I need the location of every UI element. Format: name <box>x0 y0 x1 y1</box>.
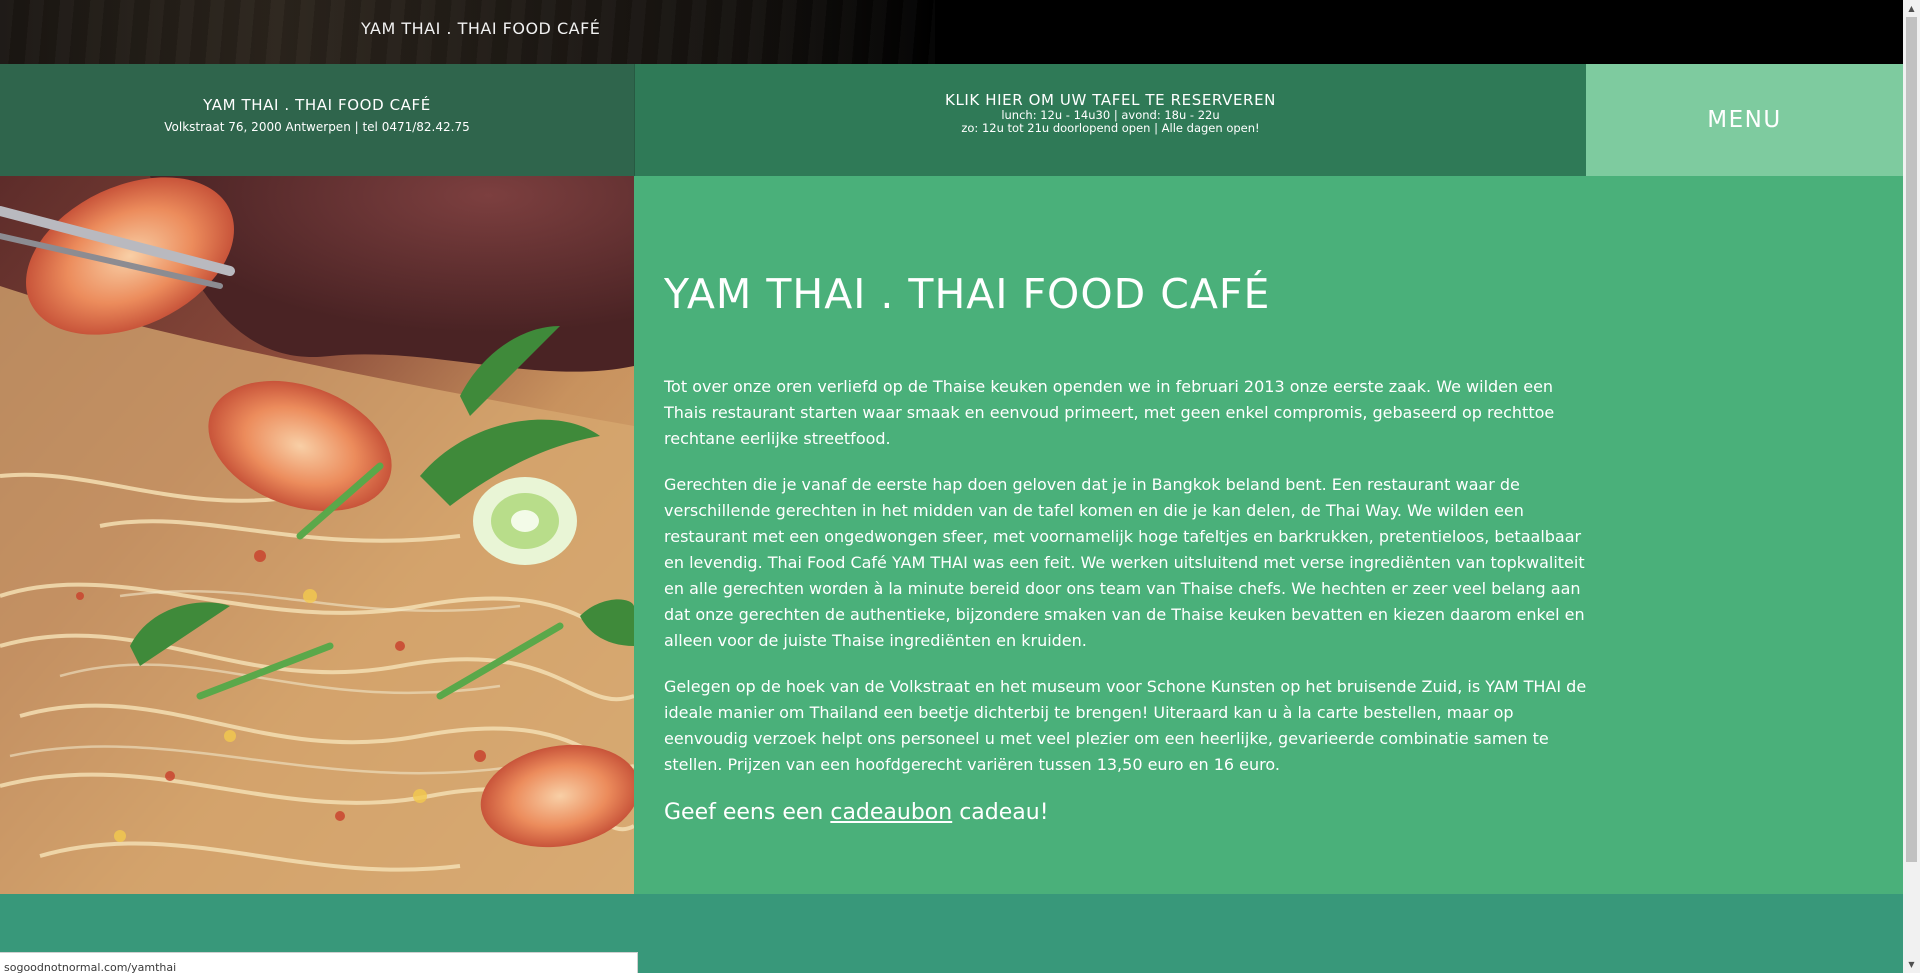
header: YAM THAI . THAI FOOD CAFÉ Volkstraat 76,… <box>0 64 1903 176</box>
scrollbar-thumb[interactable] <box>1906 17 1917 862</box>
about-section: YAM THAI . THAI FOOD CAFÉ Tot over onze … <box>634 176 1903 894</box>
brand-block[interactable]: YAM THAI . THAI FOOD CAFÉ Volkstraat 76,… <box>0 64 634 176</box>
vertical-scrollbar[interactable]: ▲ ▼ <box>1903 0 1920 973</box>
top-bar: YAM THAI . THAI FOOD CAFÉ <box>0 0 1903 64</box>
reserve-title: KLIK HIER OM UW TAFEL TE RESERVEREN <box>945 91 1276 109</box>
location-paragraph: Gelegen op de hoek van de Volkstraat en … <box>664 677 1587 774</box>
gift-suffix: cadeau! <box>952 800 1049 825</box>
menu-button[interactable]: MENU <box>1586 64 1903 176</box>
gift-prefix: Geef eens een <box>664 800 831 825</box>
description-paragraph: Gerechten die je vanaf de eerste hap doe… <box>664 475 1585 650</box>
scroll-up-arrow-icon[interactable]: ▲ <box>1903 0 1920 17</box>
link-preview-status-bar: sogoodnotnormal.com/yamthai <box>0 952 638 973</box>
status-url: sogoodnotnormal.com/yamthai <box>4 961 177 973</box>
reserve-table-button[interactable]: KLIK HIER OM UW TAFEL TE RESERVEREN lunc… <box>634 64 1586 176</box>
menu-label: MENU <box>1707 107 1782 133</box>
intro-paragraph: Tot over onze oren verliefd op de Thaise… <box>664 377 1555 448</box>
top-bar-title[interactable]: YAM THAI . THAI FOOD CAFÉ <box>361 19 600 38</box>
brand-name: YAM THAI . THAI FOOD CAFÉ <box>203 96 431 114</box>
gift-voucher-line: Geef eens een cadeaubon cadeau! <box>664 800 1903 825</box>
brand-address: Volkstraat 76, 2000 Antwerpen | tel 0471… <box>164 120 470 134</box>
pad-thai-photo <box>0 176 634 894</box>
gift-voucher-link[interactable]: cadeaubon <box>830 800 952 825</box>
page-title: YAM THAI . THAI FOOD CAFÉ <box>664 270 1271 318</box>
scroll-down-arrow-icon[interactable]: ▼ <box>1903 956 1920 973</box>
opening-hours-line-2: zo: 12u tot 21u doorlopend open | Alle d… <box>961 121 1260 135</box>
